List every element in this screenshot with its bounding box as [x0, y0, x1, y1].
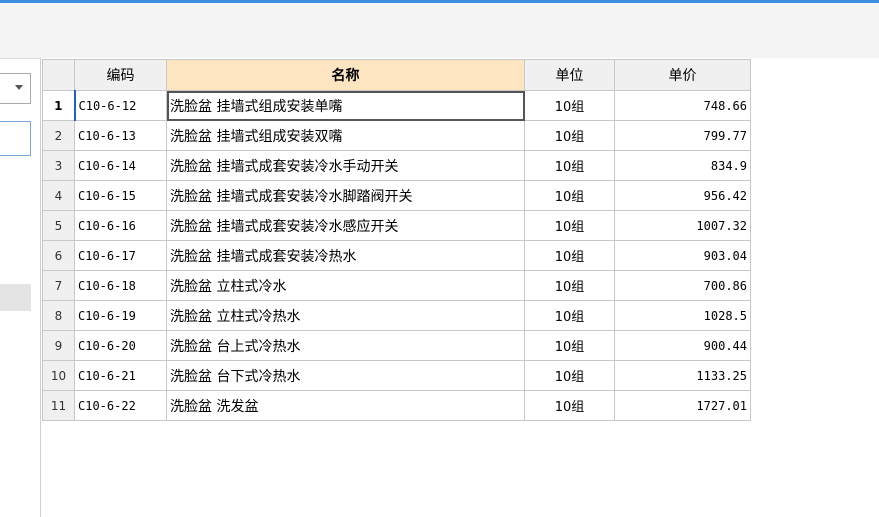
- price-cell[interactable]: 748.66: [614, 90, 751, 121]
- code-cell[interactable]: C10-6-22: [74, 390, 167, 421]
- name-cell[interactable]: 洗脸盆 台下式冷热水: [166, 360, 525, 391]
- table-row[interactable]: 5 C10-6-16 洗脸盆 挂墙式成套安装冷水感应开关 10组 1007.32: [42, 210, 751, 241]
- price-cell[interactable]: 1727.01: [614, 390, 751, 421]
- row-index-cell[interactable]: 6: [42, 240, 75, 271]
- name-cell[interactable]: 洗脸盆 挂墙式组成安装双嘴: [166, 120, 525, 151]
- row-index-cell[interactable]: 4: [42, 180, 75, 211]
- price-cell[interactable]: 900.44: [614, 330, 751, 361]
- row-index-cell[interactable]: 11: [42, 390, 75, 421]
- unit-cell[interactable]: 10组: [524, 270, 615, 301]
- row-index-cell[interactable]: 3: [42, 150, 75, 181]
- table-row[interactable]: 4 C10-6-15 洗脸盆 挂墙式成套安装冷水脚踏阀开关 10组 956.42: [42, 180, 751, 211]
- name-cell[interactable]: 洗脸盆 立柱式冷水: [166, 270, 525, 301]
- row-index-cell[interactable]: 5: [42, 210, 75, 241]
- unit-cell[interactable]: 10组: [524, 330, 615, 361]
- row-index-cell[interactable]: 7: [42, 270, 75, 301]
- name-cell[interactable]: 洗脸盆 挂墙式成套安装冷水感应开关: [166, 210, 525, 241]
- row-index-cell[interactable]: 8: [42, 300, 75, 331]
- table-header-row: 编码 名称 单位 单价: [42, 59, 751, 91]
- price-cell[interactable]: 834.9: [614, 150, 751, 181]
- toolbar-band: [0, 3, 879, 59]
- price-cell[interactable]: 903.04: [614, 240, 751, 271]
- chevron-down-icon: [15, 85, 23, 90]
- unit-cell[interactable]: 10组: [524, 300, 615, 331]
- column-header-name[interactable]: 名称: [166, 59, 525, 91]
- code-cell[interactable]: C10-6-13: [74, 120, 167, 151]
- code-cell[interactable]: C10-6-14: [74, 150, 167, 181]
- table-row[interactable]: 3 C10-6-14 洗脸盆 挂墙式成套安装冷水手动开关 10组 834.9: [42, 150, 751, 181]
- price-cell[interactable]: 1028.5: [614, 300, 751, 331]
- row-index-cell[interactable]: 1: [42, 90, 76, 121]
- table-row[interactable]: 7 C10-6-18 洗脸盆 立柱式冷水 10组 700.86: [42, 270, 751, 301]
- price-cell[interactable]: 799.77: [614, 120, 751, 151]
- table-row[interactable]: 2 C10-6-13 洗脸盆 挂墙式组成安装双嘴 10组 799.77: [42, 120, 751, 151]
- price-cell[interactable]: 700.86: [614, 270, 751, 301]
- unit-cell[interactable]: 10组: [524, 180, 615, 211]
- unit-cell[interactable]: 10组: [524, 150, 615, 181]
- code-cell[interactable]: C10-6-21: [74, 360, 167, 391]
- row-index-header: [42, 59, 75, 91]
- name-cell[interactable]: 洗脸盆 挂墙式成套安装冷水脚踏阀开关: [166, 180, 525, 211]
- table-row[interactable]: 8 C10-6-19 洗脸盆 立柱式冷热水 10组 1028.5: [42, 300, 751, 331]
- unit-cell[interactable]: 10组: [524, 210, 615, 241]
- quota-table: 编码 名称 单位 单价 1 C10-6-12 洗脸盆 挂墙式组成安装单嘴 10组 748…: [42, 59, 751, 421]
- search-input[interactable]: [0, 121, 31, 156]
- table-row[interactable]: 6 C10-6-17 洗脸盆 挂墙式成套安装冷热水 10组 903.04: [42, 240, 751, 271]
- column-header-price[interactable]: 单价: [614, 59, 751, 91]
- row-index-cell[interactable]: 9: [42, 330, 75, 361]
- name-cell[interactable]: 洗脸盆 挂墙式组成安装单嘴: [166, 90, 525, 121]
- unit-cell[interactable]: 10组: [524, 240, 615, 271]
- code-cell[interactable]: C10-6-17: [74, 240, 167, 271]
- table-row[interactable]: 1 C10-6-12 洗脸盆 挂墙式组成安装单嘴 10组 748.66: [42, 90, 751, 121]
- name-cell[interactable]: 洗脸盆 立柱式冷热水: [166, 300, 525, 331]
- code-cell[interactable]: C10-6-15: [74, 180, 167, 211]
- table-row[interactable]: 11 C10-6-22 洗脸盆 洗发盆 10组 1727.01: [42, 390, 751, 421]
- column-header-unit[interactable]: 单位: [524, 59, 615, 91]
- price-cell[interactable]: 1007.32: [614, 210, 751, 241]
- name-cell[interactable]: 洗脸盆 挂墙式成套安装冷热水: [166, 240, 525, 271]
- name-cell[interactable]: 洗脸盆 挂墙式成套安装冷水手动开关: [166, 150, 525, 181]
- unit-cell[interactable]: 10组: [524, 120, 615, 151]
- table-row[interactable]: 10 C10-6-21 洗脸盆 台下式冷热水 10组 1133.25: [42, 360, 751, 391]
- filter-dropdown[interactable]: [0, 73, 31, 104]
- table-row[interactable]: 9 C10-6-20 洗脸盆 台上式冷热水 10组 900.44: [42, 330, 751, 361]
- left-panel-selected-item[interactable]: [0, 284, 31, 311]
- row-index-cell[interactable]: 10: [42, 360, 75, 391]
- name-cell[interactable]: 洗脸盆 台上式冷热水: [166, 330, 525, 361]
- unit-cell[interactable]: 10组: [524, 360, 615, 391]
- code-cell[interactable]: C10-6-20: [74, 330, 167, 361]
- code-cell[interactable]: C10-6-12: [74, 90, 167, 121]
- code-cell[interactable]: C10-6-19: [74, 300, 167, 331]
- name-cell[interactable]: 洗脸盆 洗发盆: [166, 390, 525, 421]
- row-index-cell[interactable]: 2: [42, 120, 75, 151]
- code-cell[interactable]: C10-6-18: [74, 270, 167, 301]
- price-cell[interactable]: 1133.25: [614, 360, 751, 391]
- unit-cell[interactable]: 10组: [524, 90, 615, 121]
- price-cell[interactable]: 956.42: [614, 180, 751, 211]
- column-header-code[interactable]: 编码: [74, 59, 167, 91]
- code-cell[interactable]: C10-6-16: [74, 210, 167, 241]
- unit-cell[interactable]: 10组: [524, 390, 615, 421]
